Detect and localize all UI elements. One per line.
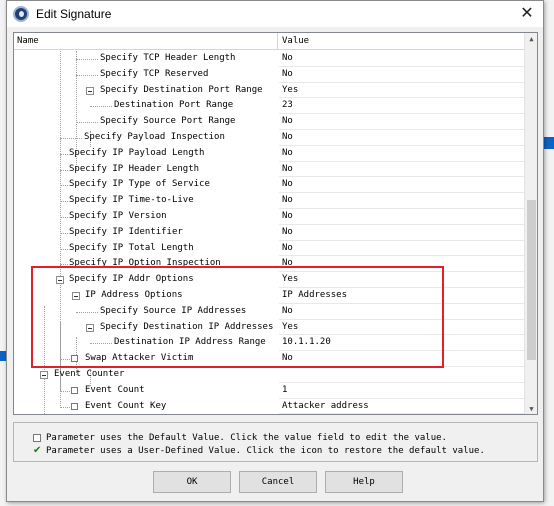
grid-row[interactable]: Specify IP Payload Length No xyxy=(14,146,524,162)
grid-row[interactable]: Destination Port Range 23 xyxy=(14,98,524,115)
row-label: Specify TCP Reserved xyxy=(100,68,209,79)
row-value[interactable] xyxy=(279,367,524,383)
row-label: Specify Payload Inspection xyxy=(84,131,225,142)
row-value[interactable]: No xyxy=(279,304,524,320)
grid-rows: Specify TCP Header Length No Specify TCP… xyxy=(14,51,524,414)
value-column-header[interactable]: Value xyxy=(279,33,524,50)
row-label: Specify Destination IP Addresses xyxy=(100,321,274,332)
grid-row[interactable]: Specify Payload Inspection No xyxy=(14,130,524,146)
row-value[interactable]: Attacker address xyxy=(279,399,524,414)
row-label: Specify Source Port Range xyxy=(100,116,236,127)
grid-row[interactable]: Specify Destination Port Range Yes xyxy=(14,83,524,99)
row-label: Specify IP Option Inspection xyxy=(69,258,221,269)
parameter-grid: Name Value Specify TCP Header Length No … xyxy=(13,32,538,415)
row-value[interactable]: 1 xyxy=(279,383,524,399)
title-bar: Edit Signature ✕ xyxy=(7,1,543,27)
grid-row[interactable]: Event Count Key Attacker address xyxy=(14,399,524,414)
row-value[interactable]: No xyxy=(279,256,524,273)
row-label: Event Count Key xyxy=(85,400,167,411)
row-value[interactable]: No xyxy=(279,146,524,162)
dialog-title: Edit Signature xyxy=(36,7,112,21)
scroll-thumb[interactable] xyxy=(527,200,536,360)
row-value[interactable]: No xyxy=(279,177,524,194)
grid-row[interactable]: Specify IP Total Length No xyxy=(14,241,524,257)
row-label: Specify IP Identifier xyxy=(69,226,183,237)
row-value[interactable]: Yes xyxy=(279,272,524,288)
grid-row[interactable]: Specify IP Version No xyxy=(14,209,524,225)
grid-row[interactable]: Specify TCP Reserved No xyxy=(14,67,524,83)
row-label: IP Address Options xyxy=(85,289,183,300)
row-value[interactable]: No xyxy=(279,114,524,130)
row-label: Specify IP Time-to-Live xyxy=(69,195,194,206)
row-value[interactable]: IP Addresses xyxy=(279,288,524,304)
row-label: Specify IP Addr Options xyxy=(69,274,194,285)
grid-row[interactable]: Specify IP Time-to-Live No xyxy=(14,193,524,209)
row-label: Destination Port Range xyxy=(114,100,234,111)
row-value[interactable]: 10.1.1.20 xyxy=(279,335,524,352)
row-label: Specify IP Payload Length xyxy=(69,147,205,158)
scroll-up-arrow-icon[interactable]: ▲ xyxy=(527,35,536,44)
name-column-header[interactable]: Name xyxy=(14,33,278,50)
row-label: Destination IP Address Range xyxy=(114,337,266,348)
row-label: Specify Destination Port Range xyxy=(100,84,263,95)
row-label: Specify TCP Header Length xyxy=(100,53,236,63)
grid-row[interactable]: IP Address Options IP Addresses xyxy=(14,288,524,304)
ok-button[interactable]: OK xyxy=(153,471,231,493)
legend-default-text: Parameter uses the Default Value. Click … xyxy=(46,433,447,443)
grid-header: Name Value xyxy=(14,33,524,50)
default-value-checkbox-icon xyxy=(33,434,41,442)
grid-row[interactable]: Specify IP Identifier No xyxy=(14,225,524,241)
cancel-button[interactable]: Cancel xyxy=(239,471,317,493)
row-value[interactable]: No xyxy=(279,193,524,209)
row-label: Specify IP Version xyxy=(69,210,167,221)
row-label: Specify Source IP Addresses xyxy=(100,305,247,316)
row-value[interactable]: No xyxy=(279,67,524,83)
grid-row[interactable]: Destination IP Address Range 10.1.1.20 xyxy=(14,335,524,352)
help-button[interactable]: Help xyxy=(325,471,403,493)
row-value[interactable]: No xyxy=(279,241,524,257)
grid-row[interactable]: Specify Source IP Addresses No xyxy=(14,304,524,320)
close-button[interactable]: ✕ xyxy=(517,4,537,24)
row-label: Specify IP Header Length xyxy=(69,163,200,174)
grid-row[interactable]: Specify IP Option Inspection No xyxy=(14,256,524,273)
grid-row[interactable]: Event Count 1 xyxy=(14,383,524,399)
row-label: Event Count xyxy=(85,384,145,395)
vertical-scrollbar[interactable]: ▲ ▼ xyxy=(524,33,537,414)
user-defined-check-icon: ✔ xyxy=(33,445,42,456)
row-value[interactable]: No xyxy=(279,209,524,225)
grid-row[interactable]: Event Counter xyxy=(14,367,524,383)
row-value[interactable]: No xyxy=(279,225,524,241)
grid-row[interactable]: Specify Source Port Range No xyxy=(14,114,524,130)
row-label: Specify IP Total Length xyxy=(69,242,194,253)
grid-row[interactable]: Specify IP Type of Service No xyxy=(14,177,524,194)
signature-app-icon xyxy=(13,6,29,22)
grid-row[interactable]: Specify IP Addr Options Yes xyxy=(14,272,524,288)
scroll-down-arrow-icon[interactable]: ▼ xyxy=(527,405,536,414)
row-label: Event Counter xyxy=(54,368,125,379)
grid-row[interactable]: Specify TCP Header Length No xyxy=(14,51,524,67)
grid-row[interactable]: Specify Destination IP Addresses Yes xyxy=(14,320,524,336)
row-value[interactable]: No xyxy=(279,130,524,146)
row-label: Swap Attacker Victim xyxy=(85,353,194,364)
row-label: Specify IP Type of Service xyxy=(69,179,210,190)
value-legend: Parameter uses the Default Value. Click … xyxy=(13,422,538,462)
legend-user-text: Parameter uses a User-Defined Value. Cli… xyxy=(46,446,485,456)
row-value[interactable]: 23 xyxy=(279,98,524,115)
row-value[interactable]: No xyxy=(279,162,524,178)
grid-row[interactable]: Specify IP Header Length No xyxy=(14,162,524,178)
grid-row[interactable]: Swap Attacker Victim No xyxy=(14,351,524,367)
row-value[interactable]: Yes xyxy=(279,320,524,336)
row-value[interactable]: Yes xyxy=(279,83,524,99)
edit-signature-dialog: Edit Signature ✕ Name Value Specify TCP … xyxy=(6,0,544,502)
row-value[interactable]: No xyxy=(279,351,524,367)
row-value[interactable]: No xyxy=(279,51,524,67)
